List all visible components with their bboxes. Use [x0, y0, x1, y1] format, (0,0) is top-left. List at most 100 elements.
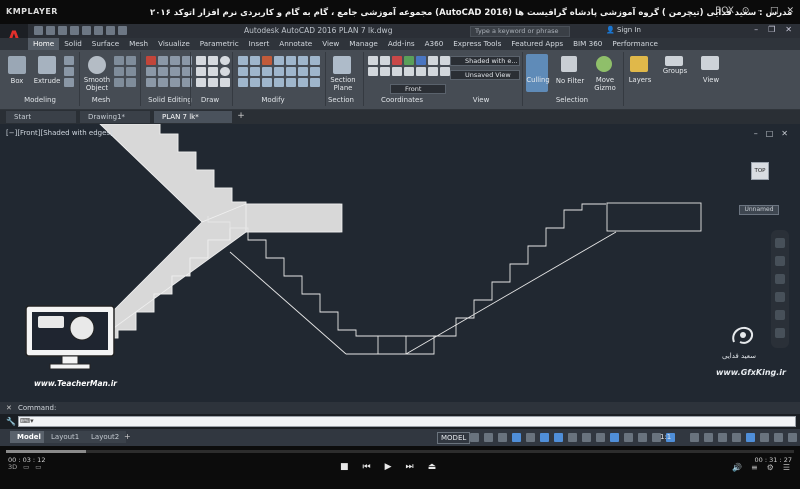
panel-modeling-label[interactable]: Modeling	[20, 96, 60, 107]
viewport-label[interactable]: [−][Front][Shaded with edges]	[6, 129, 113, 137]
workspace-icon[interactable]	[118, 26, 127, 35]
break-icon[interactable]	[310, 78, 320, 87]
smooth-object-button[interactable]: Smooth Object	[80, 76, 114, 92]
playlist-icon[interactable]: ☰	[783, 463, 790, 472]
chamfer-icon[interactable]	[262, 67, 272, 76]
redo-icon[interactable]	[106, 26, 115, 35]
transparency-icon[interactable]	[582, 433, 591, 442]
3d-move-icon[interactable]	[250, 78, 260, 87]
grid-icon[interactable]	[470, 433, 479, 442]
codec-badge-icon[interactable]: ▭	[35, 463, 41, 471]
eject-icon[interactable]: ⏏	[428, 462, 437, 472]
union-icon[interactable]	[146, 56, 156, 65]
move-gizmo-icon[interactable]	[596, 56, 612, 72]
command-close-icon[interactable]: ✕	[6, 404, 12, 412]
isodraft-icon[interactable]	[526, 433, 535, 442]
mesh-crease-icon[interactable]	[126, 67, 136, 76]
tab-manage[interactable]: Manage	[344, 38, 383, 50]
volume-icon[interactable]: 🔊	[732, 463, 742, 472]
erase-icon[interactable]	[310, 67, 320, 76]
clean-screen-icon[interactable]	[774, 433, 783, 442]
move-icon[interactable]	[238, 56, 248, 65]
lineweight-icon[interactable]	[568, 433, 577, 442]
pin-icon[interactable]: ⊙	[742, 6, 750, 16]
viewcube[interactable]: TOP	[751, 162, 769, 180]
object-snap-icon[interactable]	[554, 433, 563, 442]
ucs-icon-toggle[interactable]	[440, 67, 450, 76]
arc-icon[interactable]	[196, 67, 206, 76]
tab-add-ins[interactable]: Add-ins	[383, 38, 420, 50]
add-layout-icon[interactable]: +	[124, 432, 131, 441]
tab-annotate[interactable]: Annotate	[274, 38, 317, 50]
layers-button[interactable]: Layers	[626, 76, 654, 84]
file-tab-plan[interactable]: PLAN 7 lk*	[154, 111, 232, 123]
command-input[interactable]	[18, 416, 796, 427]
visual-style-dropdown[interactable]: Shaded with e...	[450, 56, 520, 66]
ellipse-icon[interactable]	[220, 67, 230, 76]
ucs-3point-icon[interactable]	[368, 67, 378, 76]
viewport-maximize-icon[interactable]: □	[766, 129, 774, 138]
viewport-close-icon[interactable]: ✕	[781, 129, 788, 138]
annotation-monitor-icon[interactable]	[704, 433, 713, 442]
ucs-view-icon[interactable]	[428, 56, 438, 65]
seek-bar[interactable]	[6, 450, 794, 453]
selection-filter-icon[interactable]	[638, 433, 647, 442]
3d-rotate-icon[interactable]	[262, 78, 272, 87]
isolate-objects-icon[interactable]	[746, 433, 755, 442]
next-icon[interactable]: ⏭	[406, 462, 414, 472]
showmotion-icon[interactable]	[775, 310, 785, 320]
culling-icon[interactable]	[526, 54, 548, 92]
scale-icon[interactable]	[262, 56, 272, 65]
pan-icon[interactable]	[775, 256, 785, 266]
view-icon[interactable]	[701, 56, 719, 70]
equalizer-icon[interactable]: ≡	[751, 463, 758, 472]
trim-icon[interactable]	[310, 56, 320, 65]
panel-selection-label[interactable]: Selection	[554, 96, 590, 107]
navbar-menu-icon[interactable]	[775, 328, 785, 338]
panel-section-label[interactable]: Section	[324, 96, 358, 107]
print-icon[interactable]	[82, 26, 91, 35]
help-search-input[interactable]: Type a keyword or phrase	[470, 26, 570, 37]
navigation-bar[interactable]	[771, 230, 789, 348]
restore-icon[interactable]: ❐	[768, 25, 775, 34]
settings-icon[interactable]: ⚙	[767, 463, 774, 472]
extend-icon[interactable]	[238, 67, 248, 76]
tab-a360[interactable]: A360	[420, 38, 449, 50]
ucs-z-icon[interactable]	[416, 56, 426, 65]
extract-edges-icon[interactable]	[170, 67, 180, 76]
ucs-world-icon[interactable]	[380, 56, 390, 65]
minimize-icon[interactable]: –	[757, 6, 762, 16]
section-plane-button[interactable]: Section Plane	[326, 76, 360, 92]
no-filter-button[interactable]: No Filter	[554, 77, 586, 85]
file-tab-drawing1[interactable]: Drawing1*	[80, 111, 150, 123]
polyline-icon[interactable]	[208, 56, 218, 65]
ucs-object-icon[interactable]	[380, 67, 390, 76]
ucs-prev-icon[interactable]	[428, 67, 438, 76]
tab-home[interactable]: Home	[28, 38, 60, 50]
3d-osnap-icon[interactable]	[610, 433, 619, 442]
layout-tab-layout1[interactable]: Layout1	[44, 431, 87, 443]
tab-view[interactable]: View	[317, 38, 344, 50]
undo-icon[interactable]	[94, 26, 103, 35]
panel-solid-editing-label[interactable]: Solid Editing	[146, 96, 194, 107]
loft-icon[interactable]	[64, 78, 74, 87]
stop-icon[interactable]: ■	[340, 462, 349, 472]
ucs-y-icon[interactable]	[404, 56, 414, 65]
dynamic-ucs-icon[interactable]	[624, 433, 633, 442]
mesh-smooth-icon[interactable]	[126, 56, 136, 65]
smooth-object-icon[interactable]	[88, 56, 106, 74]
zoom-icon[interactable]	[775, 274, 785, 284]
array-icon[interactable]	[274, 67, 284, 76]
culling-button[interactable]: Culling	[524, 76, 552, 84]
layers-icon[interactable]	[630, 56, 648, 72]
box-button[interactable]: Box	[6, 77, 28, 85]
circle-icon[interactable]	[220, 56, 230, 65]
tab-visualize[interactable]: Visualize	[153, 38, 195, 50]
no-filter-icon[interactable]	[561, 56, 577, 72]
close-icon[interactable]: ✕	[786, 6, 794, 16]
mesh-refine-icon[interactable]	[114, 67, 124, 76]
ortho-icon[interactable]	[498, 433, 507, 442]
view-direction-dropdown[interactable]: Front	[390, 84, 446, 94]
customization-icon[interactable]	[788, 433, 797, 442]
saved-view-dropdown[interactable]: Unsaved View	[450, 70, 520, 80]
